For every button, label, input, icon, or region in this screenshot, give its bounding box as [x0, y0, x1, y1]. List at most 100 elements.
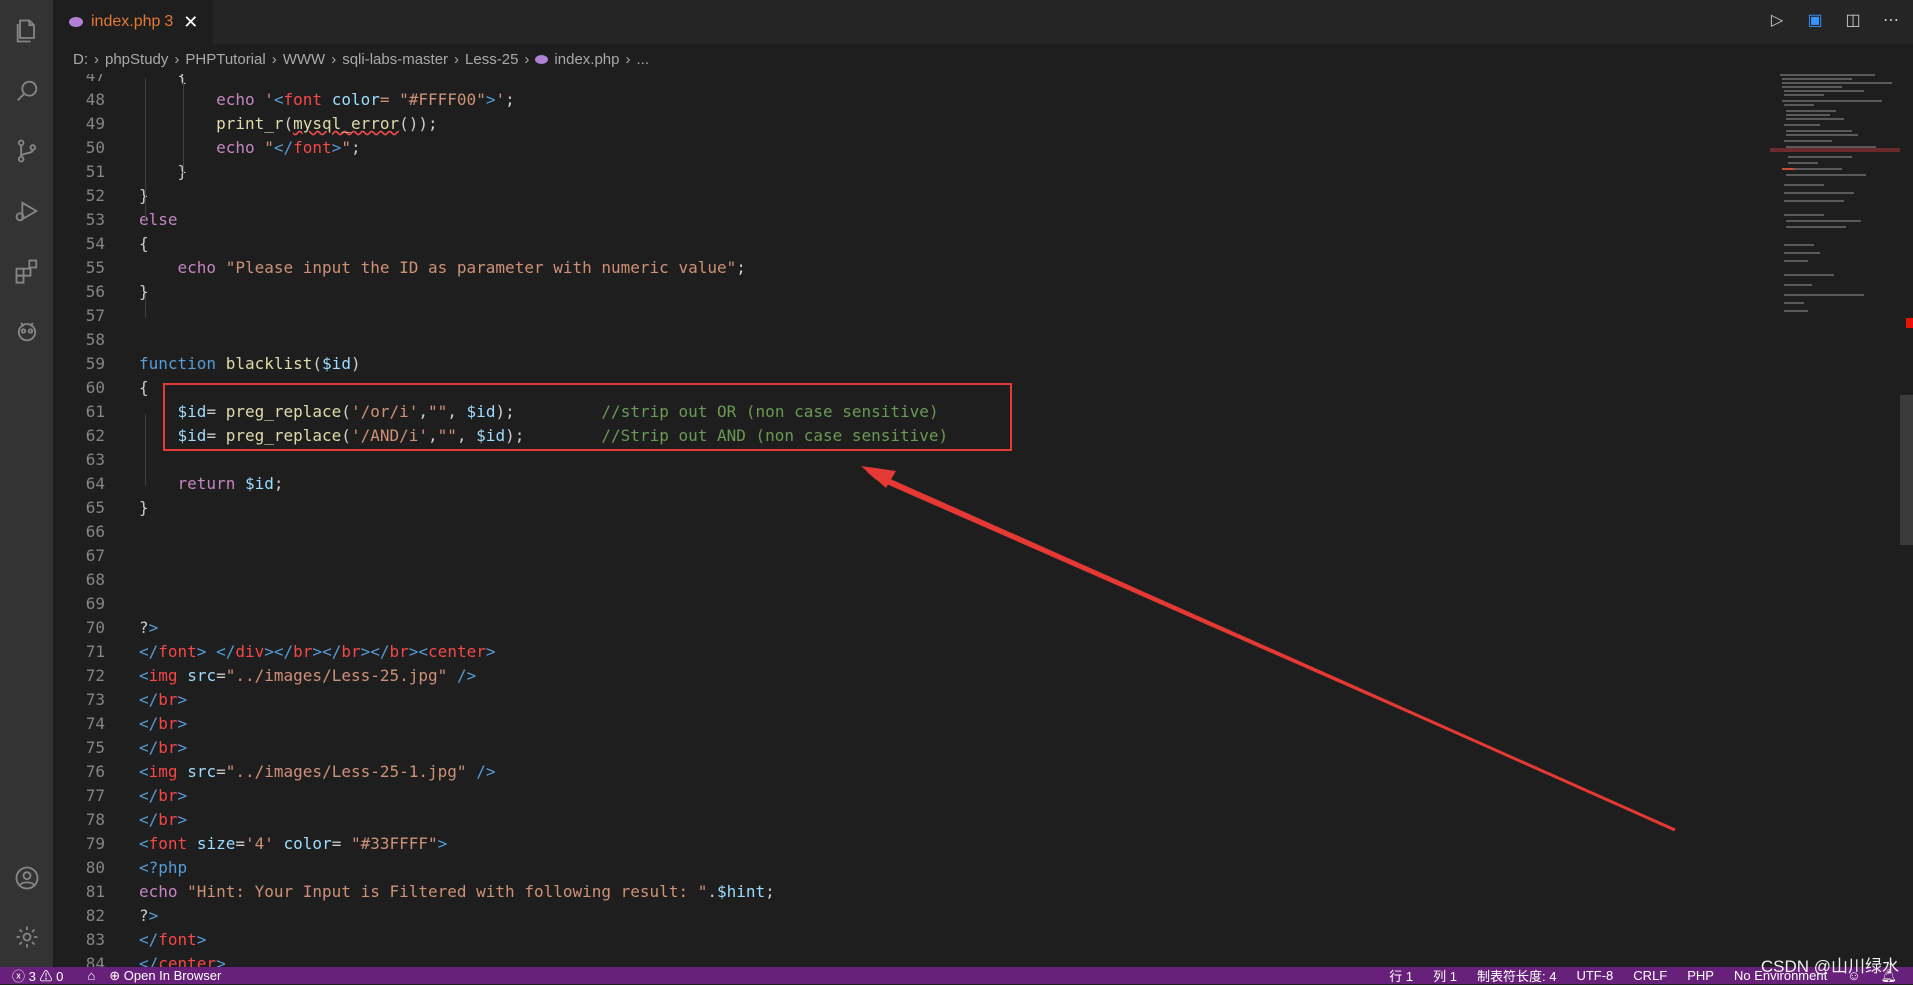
code-line[interactable]: 77 </br> [53, 784, 187, 808]
breadcrumb-item-phptutorial[interactable]: PHPTutorial [185, 51, 265, 68]
breadcrumb-item-drive[interactable]: D: [73, 51, 88, 68]
line-number: 53 [85, 210, 105, 229]
code-line[interactable]: 56} [53, 280, 149, 304]
code-line[interactable]: 75 </br> [53, 736, 187, 760]
code-text: { [139, 378, 149, 397]
line-number: 55 [85, 258, 105, 277]
warning-count: 0 [56, 969, 64, 984]
split-editor-icon[interactable]: ◫ [1843, 10, 1863, 30]
open-in-browser-button[interactable]: ⊕ Open In Browser [109, 968, 221, 984]
remote-explorer-icon[interactable] [0, 306, 53, 356]
code-line[interactable]: 66 [53, 520, 105, 544]
code-line[interactable]: 78 </br> [53, 808, 187, 832]
close-icon[interactable]: ✕ [183, 12, 198, 33]
line-number: 61 [85, 402, 105, 421]
settings-gear-icon[interactable] [0, 912, 53, 962]
line-number: 47 [85, 74, 105, 85]
run-debug-icon[interactable] [0, 186, 53, 236]
line-number: 66 [85, 522, 105, 541]
line-number: 48 [85, 90, 105, 109]
code-line[interactable]: 79 <font size='4' color= "#33FFFF"> [53, 832, 448, 856]
tab-size[interactable]: 制表符长度: 4 [1477, 966, 1556, 985]
home-icon[interactable]: ⌂ [87, 968, 95, 983]
code-text: } [139, 282, 149, 301]
code-line[interactable]: 71 </font> </div></br></br></br><center> [53, 640, 496, 664]
search-icon[interactable] [0, 66, 53, 116]
breadcrumb-item-www[interactable]: WWW [283, 51, 325, 68]
indent-guide [145, 414, 146, 486]
code-line[interactable]: 49 print_r(mysql_error()); [53, 112, 438, 136]
code-text: echo "Hint: Your Input is Filtered with … [139, 882, 775, 901]
code-line[interactable]: 59 function blacklist($id) [53, 352, 361, 376]
cursor-line[interactable]: 行 1 [1389, 966, 1413, 985]
code-line[interactable]: 61 $id= preg_replace('/or/i',"", $id); /… [53, 400, 939, 424]
cursor-column[interactable]: 列 1 [1433, 966, 1457, 985]
code-line[interactable]: 54 { [53, 232, 149, 256]
code-line[interactable]: 60 { [53, 376, 149, 400]
code-line[interactable]: 82 ?> [53, 904, 159, 928]
scrollbar-thumb[interactable] [1900, 395, 1913, 545]
encoding[interactable]: UTF-8 [1576, 968, 1613, 983]
code-line[interactable]: 68 [53, 568, 105, 592]
explorer-icon[interactable] [0, 6, 53, 56]
code-line[interactable]: 58 [53, 328, 105, 352]
line-number: 67 [85, 546, 105, 565]
code-text: } [139, 162, 188, 181]
breadcrumb-item-phpstudy[interactable]: phpStudy [105, 51, 168, 68]
line-number: 68 [85, 570, 105, 589]
breadcrumb-item-sqli-labs-master[interactable]: sqli-labs-master [342, 51, 448, 68]
code-editor[interactable]: 47 {48 echo '<font color= "#FFFF00">'; 49… [53, 74, 1770, 967]
code-line[interactable]: 63 [53, 448, 105, 472]
code-line[interactable]: 62 $id= preg_replace('/AND/i',"", $id); … [53, 424, 948, 448]
code-text: <?php [139, 858, 188, 877]
code-line[interactable]: 53 else [53, 208, 178, 232]
code-line[interactable]: 65} [53, 496, 149, 520]
code-line[interactable]: 74 </br> [53, 712, 187, 736]
open-preview-icon[interactable]: ▷ [1767, 10, 1787, 30]
code-text: </center> [139, 954, 226, 967]
code-line[interactable]: 80 <?php [53, 856, 187, 880]
code-line[interactable]: 69 [53, 592, 105, 616]
minimap[interactable] [1770, 74, 1900, 967]
code-line[interactable]: 73 </br> [53, 688, 187, 712]
chevron-right-icon: › [271, 50, 277, 68]
account-icon[interactable] [0, 853, 53, 903]
warning-icon: ⚠ [39, 969, 53, 984]
line-number: 56 [85, 282, 105, 301]
php-file-icon [69, 17, 83, 27]
chevron-right-icon: › [524, 50, 530, 68]
code-line[interactable]: 83 </font> [53, 928, 207, 952]
code-line[interactable]: 81 echo "Hint: Your Input is Filtered wit… [53, 880, 775, 904]
problems-indicator[interactable]: ⓧ 3 ⚠ 0 [12, 966, 63, 985]
code-line[interactable]: 48 echo '<font color= "#FFFF00">'; [53, 88, 515, 112]
breadcrumb-item-less-25[interactable]: Less-25 [465, 51, 518, 68]
more-actions-icon[interactable]: ⋯ [1881, 10, 1901, 30]
code-line[interactable]: 51 } [53, 160, 187, 184]
breadcrumb-item-symbols[interactable]: ... [636, 51, 649, 68]
editor-actions: ▷ ▣ ◫ ⋯ [1767, 10, 1901, 30]
code-line[interactable]: 57 [53, 304, 105, 328]
code-line[interactable]: 67 [53, 544, 105, 568]
code-line[interactable]: 70 ?> [53, 616, 159, 640]
code-line[interactable]: 64 return $id; [53, 472, 284, 496]
extensions-icon[interactable] [0, 246, 53, 296]
tab-index-php[interactable]: index.php 3 ✕ [53, 0, 213, 44]
code-line[interactable]: 72 <img src="../images/Less-25.jpg" /> [53, 664, 476, 688]
language-mode[interactable]: PHP [1687, 968, 1714, 983]
line-number: 82 [85, 906, 105, 925]
code-line[interactable]: 55 echo "Please input the ID as paramete… [53, 256, 746, 280]
php-debug-icon[interactable]: ▣ [1805, 10, 1825, 30]
indent-guide [145, 294, 146, 318]
code-text: </font> </div></br></br></br><center> [139, 642, 496, 661]
line-number: 84 [85, 954, 105, 967]
code-line[interactable]: 76 <img src="../images/Less-25-1.jpg" /> [53, 760, 496, 784]
code-text: } [139, 498, 149, 517]
end-of-line[interactable]: CRLF [1633, 968, 1667, 983]
code-line[interactable]: 50 echo "</font>"; [53, 136, 361, 160]
source-control-icon[interactable] [0, 126, 53, 176]
code-line[interactable]: 52} [53, 184, 149, 208]
code-text: { [139, 74, 188, 85]
code-line[interactable]: 47 { [53, 74, 187, 88]
breadcrumb-item-file[interactable]: index.php [554, 51, 619, 68]
code-line[interactable]: 84 </center> [53, 952, 226, 967]
